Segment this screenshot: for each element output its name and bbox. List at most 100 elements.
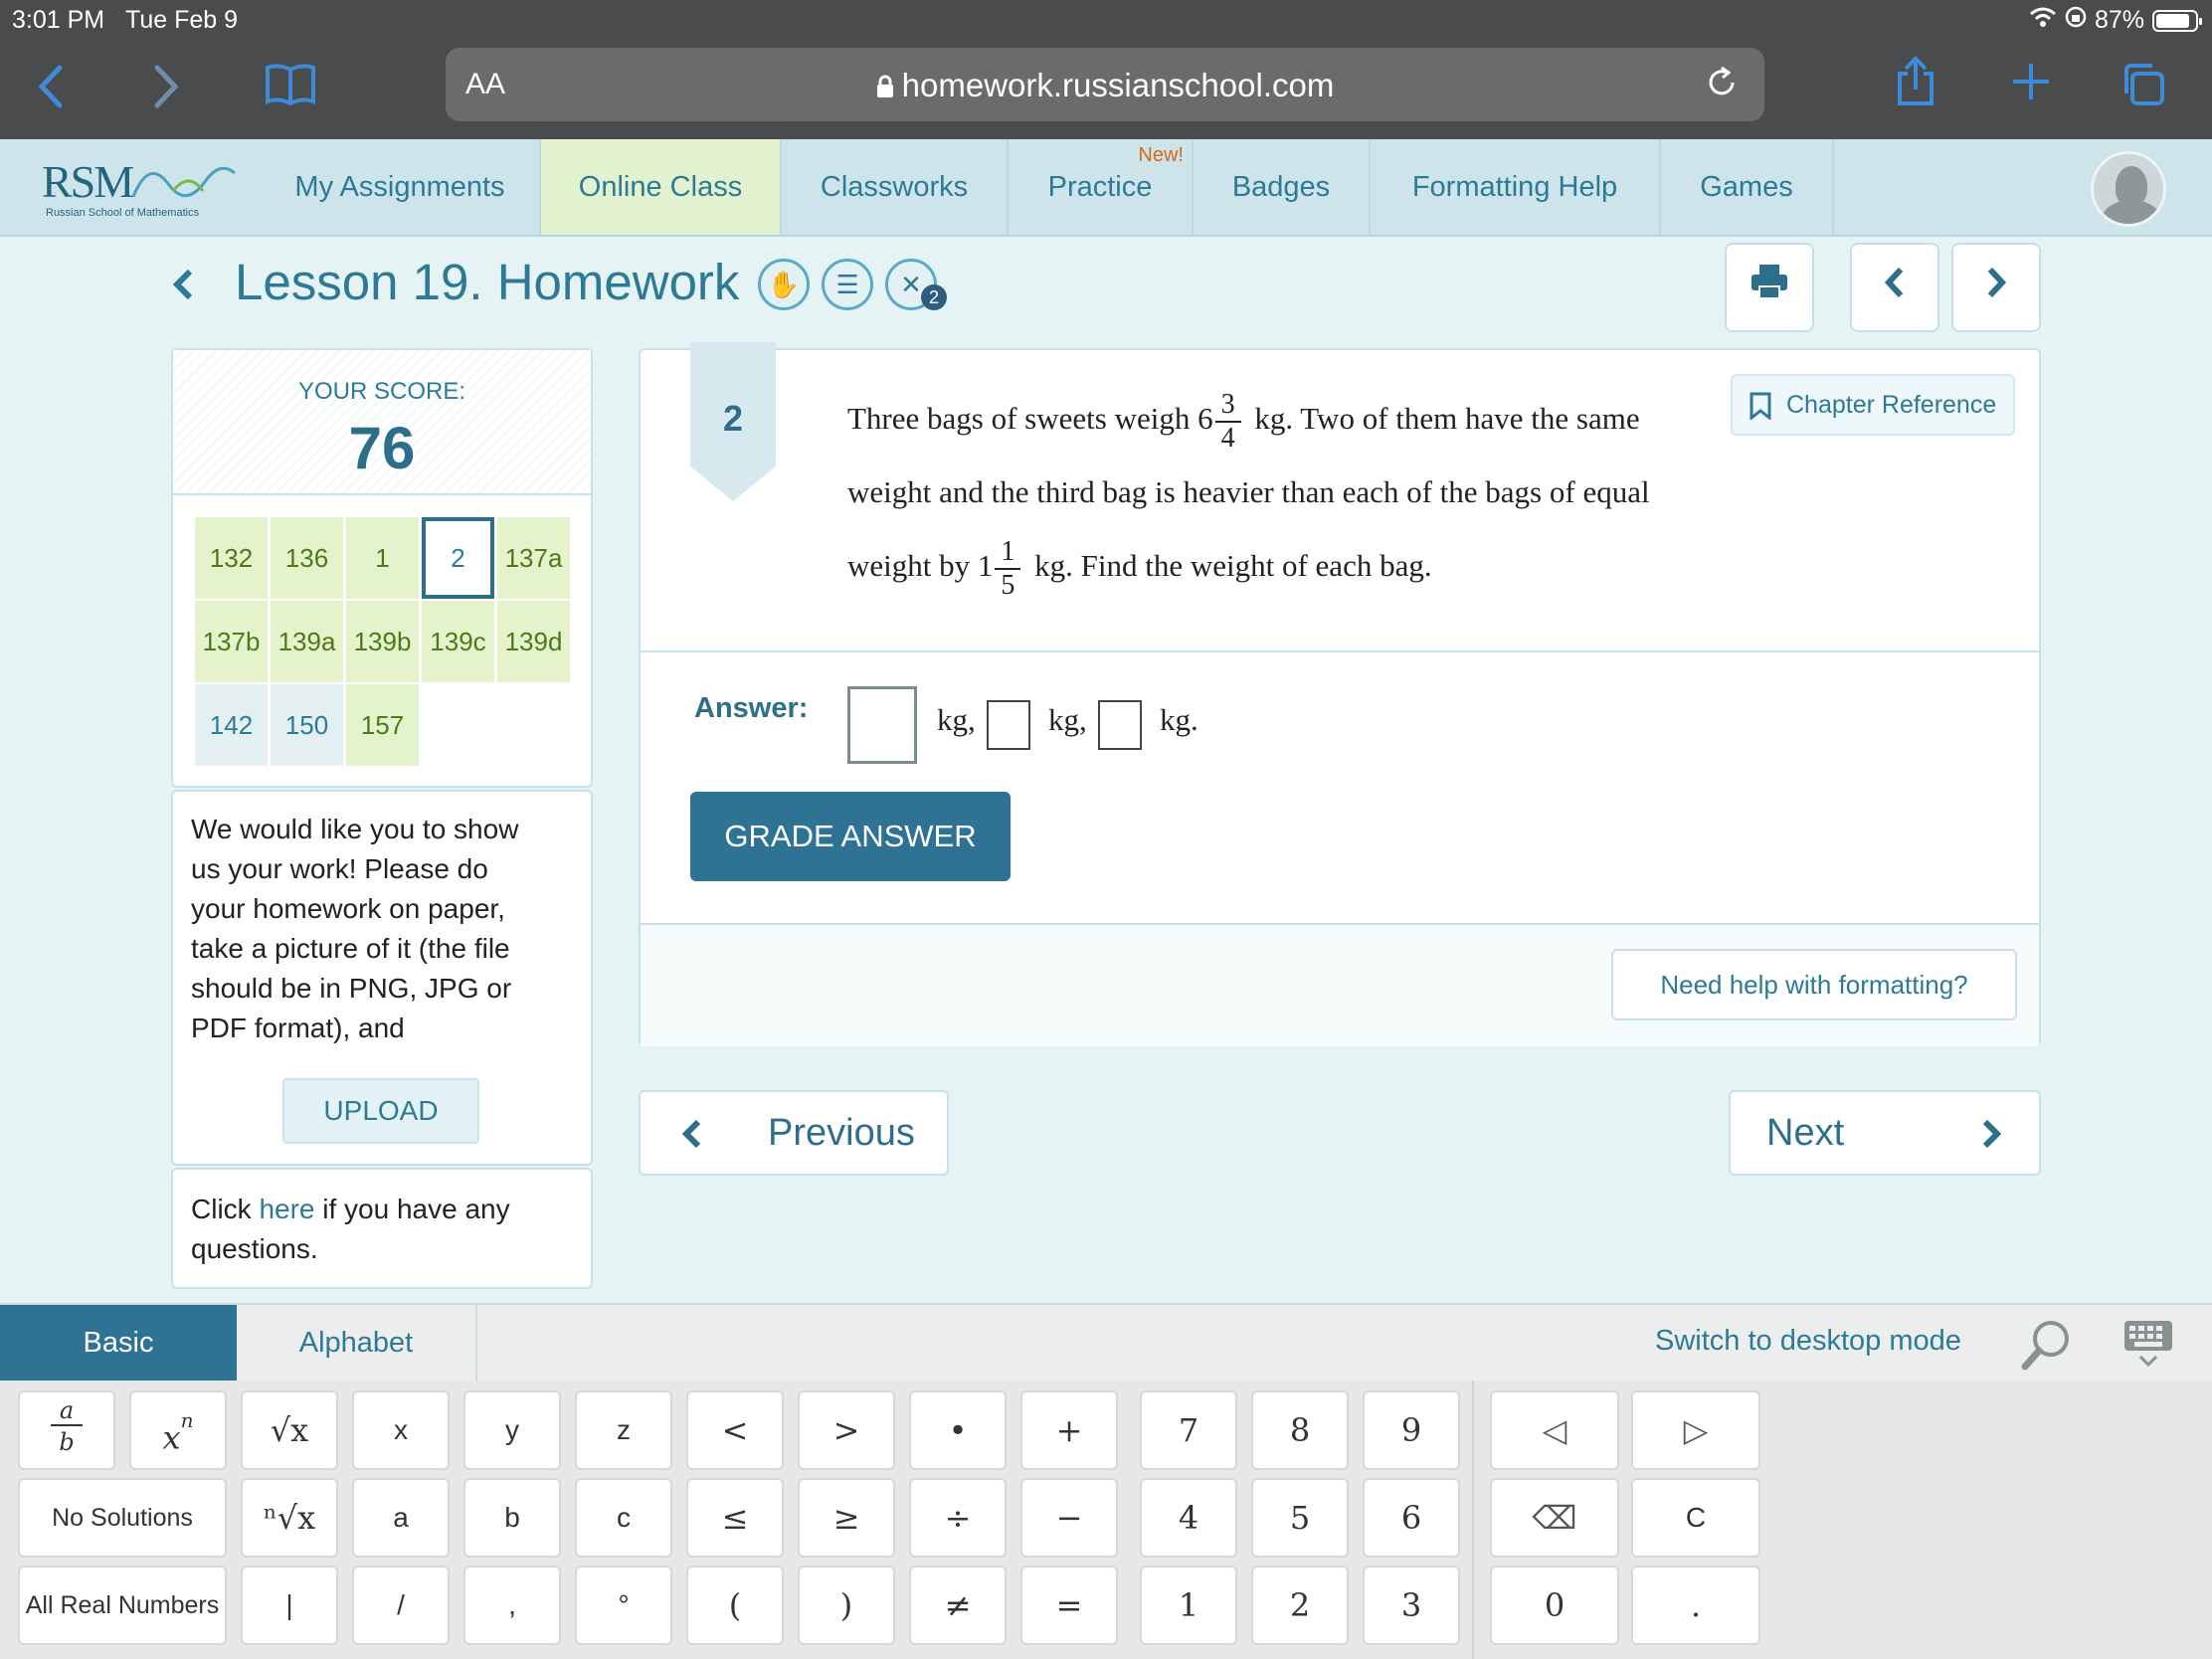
question-cell[interactable]: 137b xyxy=(195,601,268,682)
key-cursor-left[interactable]: ◁ xyxy=(1490,1390,1619,1470)
question-cell[interactable]: 150 xyxy=(271,684,343,766)
key-abs[interactable]: | xyxy=(241,1566,338,1645)
key-not-equal[interactable]: ≠ xyxy=(909,1566,1007,1645)
reload-icon[interactable] xyxy=(1705,66,1739,108)
key-5[interactable]: 5 xyxy=(1251,1478,1349,1558)
key-greater-than[interactable]: > xyxy=(798,1390,895,1470)
key-greater-equal[interactable]: ≥ xyxy=(798,1478,895,1558)
question-cell[interactable]: 139b xyxy=(346,601,419,682)
key-clear[interactable]: C xyxy=(1631,1478,1760,1558)
key-no-solutions[interactable]: No Solutions xyxy=(18,1478,227,1558)
print-button[interactable] xyxy=(1725,243,1814,332)
forward-icon[interactable] xyxy=(151,64,181,117)
nav-classworks[interactable]: Classworks xyxy=(782,139,1009,235)
bookmarks-icon[interactable] xyxy=(265,62,316,113)
key-0[interactable]: 0 xyxy=(1490,1566,1619,1645)
key-all-real-numbers[interactable]: All Real Numbers xyxy=(18,1566,227,1645)
nav-my-assignments[interactable]: My Assignments xyxy=(261,139,541,235)
nav-badges[interactable]: Badges xyxy=(1194,139,1371,235)
key-less-equal[interactable]: ≤ xyxy=(686,1478,784,1558)
key-x[interactable]: x xyxy=(352,1390,450,1470)
answer-input-3[interactable] xyxy=(1098,700,1142,750)
nav-games[interactable]: Games xyxy=(1661,139,1834,235)
key-comma[interactable]: , xyxy=(463,1566,561,1645)
question-cell[interactable]: 139d xyxy=(497,601,570,682)
here-link[interactable]: here xyxy=(259,1194,314,1224)
chevron-right-icon xyxy=(1987,267,2007,298)
back-icon[interactable] xyxy=(36,64,66,117)
key-6[interactable]: 6 xyxy=(1363,1478,1460,1558)
switch-desktop-link[interactable]: Switch to desktop mode xyxy=(1655,1325,1961,1358)
key-nth-root[interactable]: ⁿ√x xyxy=(241,1478,338,1558)
key-b[interactable]: b xyxy=(463,1478,561,1558)
answer-input-1[interactable] xyxy=(847,686,917,764)
chapter-reference-button[interactable]: Chapter Reference xyxy=(1731,374,2015,436)
key-minus[interactable]: − xyxy=(1020,1478,1118,1558)
question-cell-current[interactable]: 2 xyxy=(422,517,494,599)
key-plus[interactable]: + xyxy=(1020,1390,1118,1470)
prev-question-button[interactable] xyxy=(1850,243,1939,332)
key-4[interactable]: 4 xyxy=(1140,1478,1237,1558)
question-cell[interactable]: 139a xyxy=(271,601,343,682)
question-cell[interactable]: 137a xyxy=(497,517,570,599)
key-backspace[interactable]: ⌫ xyxy=(1490,1478,1619,1558)
question-cell[interactable]: 136 xyxy=(271,517,343,599)
hand-icon[interactable]: ✋ xyxy=(758,259,810,310)
key-power[interactable]: xn xyxy=(129,1390,227,1470)
key-slash[interactable]: / xyxy=(352,1566,450,1645)
rsm-logo[interactable]: RSM Russian School of Mathematics xyxy=(42,155,241,225)
previous-button[interactable]: Previous xyxy=(639,1090,949,1176)
upload-button[interactable]: UPLOAD xyxy=(282,1078,479,1144)
key-sqrt[interactable]: √x xyxy=(241,1390,338,1470)
nav-online-class[interactable]: Online Class xyxy=(541,139,782,235)
key-decimal[interactable]: . xyxy=(1631,1566,1760,1645)
key-close-paren[interactable]: ) xyxy=(798,1566,895,1645)
question-cell[interactable]: 157 xyxy=(346,684,419,766)
keyboard-icon[interactable] xyxy=(2122,1319,2174,1374)
nav-formatting-help[interactable]: Formatting Help xyxy=(1371,139,1661,235)
books-icon[interactable]: ☰ xyxy=(822,259,873,310)
key-z[interactable]: z xyxy=(575,1390,672,1470)
next-button[interactable]: Next xyxy=(1729,1090,2041,1176)
key-a[interactable]: a xyxy=(352,1478,450,1558)
key-9[interactable]: 9 xyxy=(1363,1390,1460,1470)
question-cell[interactable]: 132 xyxy=(195,517,268,599)
nav-practice[interactable]: Practice New! xyxy=(1009,139,1194,235)
key-y[interactable]: y xyxy=(463,1390,561,1470)
key-less-than[interactable]: < xyxy=(686,1390,784,1470)
keyboard-separator xyxy=(1472,1381,1474,1659)
user-avatar[interactable] xyxy=(2091,151,2166,227)
key-open-paren[interactable]: ( xyxy=(686,1566,784,1645)
key-cursor-right[interactable]: ▷ xyxy=(1631,1390,1760,1470)
tabs-icon[interactable] xyxy=(2120,62,2166,115)
key-3[interactable]: 3 xyxy=(1363,1566,1460,1645)
question-cell[interactable]: 139c xyxy=(422,601,494,682)
address-bar[interactable]: AA homework.russianschool.com xyxy=(446,48,1764,121)
share-icon[interactable] xyxy=(1896,56,1936,115)
status-date: Tue Feb 9 xyxy=(125,6,239,34)
key-7[interactable]: 7 xyxy=(1140,1390,1237,1470)
key-c[interactable]: c xyxy=(575,1478,672,1558)
key-2[interactable]: 2 xyxy=(1251,1566,1349,1645)
key-fraction[interactable]: ab xyxy=(18,1390,115,1470)
tab-basic[interactable]: Basic xyxy=(0,1305,237,1381)
formatting-help-button[interactable]: Need help with formatting? xyxy=(1611,949,2017,1020)
chevron-left-icon xyxy=(680,1092,704,1203)
lesson-back-chevron-icon[interactable] xyxy=(171,267,195,312)
tab-alphabet[interactable]: Alphabet xyxy=(237,1305,477,1381)
key-8[interactable]: 8 xyxy=(1251,1390,1349,1470)
answer-unit-1: kg, xyxy=(937,702,976,737)
grade-answer-button[interactable]: GRADE ANSWER xyxy=(690,792,1011,881)
key-degree[interactable]: ° xyxy=(575,1566,672,1645)
key-1[interactable]: 1 xyxy=(1140,1566,1237,1645)
key-divide[interactable]: ÷ xyxy=(909,1478,1007,1558)
key-equals[interactable]: = xyxy=(1020,1566,1118,1645)
key-multiply-dot[interactable]: • xyxy=(909,1390,1007,1470)
question-cell[interactable]: 1 xyxy=(346,517,419,599)
question-cell[interactable]: 142 xyxy=(195,684,268,766)
search-icon[interactable] xyxy=(2019,1317,2075,1378)
answer-input-2[interactable] xyxy=(987,700,1030,750)
browser-toolbar: AA homework.russianschool.com xyxy=(0,40,2212,139)
next-question-button[interactable] xyxy=(1951,243,2041,332)
new-tab-icon[interactable] xyxy=(2011,62,2051,109)
